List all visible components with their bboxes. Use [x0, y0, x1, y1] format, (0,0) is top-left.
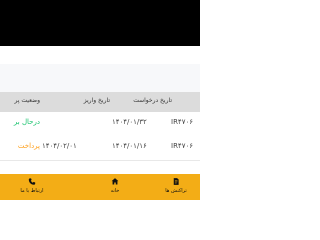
header-white-band	[0, 46, 200, 64]
request-date-cell: ۱۴۰۴/۰۱/۱۶	[112, 142, 147, 150]
payment-date-cell: ۱۴۰۴/۰۲/۰۱	[42, 142, 77, 150]
payment-date-column-header: تاریخ واریز	[83, 97, 110, 104]
app-screen: وضعیت پر تاریخ واریز تاریخ درخواست درحال…	[0, 0, 200, 200]
top-black-area	[0, 0, 200, 46]
phone-icon	[28, 178, 36, 185]
nav-contact-us[interactable]: ارتباط با ما	[10, 177, 54, 198]
table-row[interactable]: درحال بر ۱۴۰۴/۰۱/۳۲ IR۴۷۰۶	[0, 112, 200, 137]
request-date-cell: ۱۴۰۴/۰۱/۳۲	[112, 118, 147, 126]
home-icon	[111, 178, 119, 185]
nav-transactions[interactable]: تراکنش ها	[154, 177, 198, 198]
nav-home-label: خانه	[110, 188, 120, 194]
document-icon	[173, 178, 179, 185]
request-date-column-header: تاریخ درخواست	[133, 97, 172, 104]
nav-home[interactable]: خانه	[93, 177, 137, 198]
status-column-header: وضعیت پر	[14, 97, 40, 104]
code-cell: IR۴۷۰۶	[171, 142, 193, 150]
status-cell: درحال بر	[13, 118, 40, 126]
nav-transactions-label: تراکنش ها	[165, 188, 187, 194]
table-header: وضعیت پر تاریخ واریز تاریخ درخواست	[0, 92, 200, 113]
nav-contact-label: ارتباط با ما	[20, 188, 44, 194]
status-cell: پرداخت	[17, 142, 40, 150]
table-row[interactable]: پرداخت ۱۴۰۴/۰۲/۰۱ ۱۴۰۴/۰۱/۱۶ IR۴۷۰۶	[0, 136, 200, 161]
transactions-table: وضعیت پر تاریخ واریز تاریخ درخواست درحال…	[0, 92, 200, 174]
bottom-navigation: ارتباط با ما خانه تراکنش ها	[0, 174, 200, 200]
code-cell: IR۴۷۰۶	[171, 118, 193, 126]
content-light-area	[0, 64, 200, 92]
